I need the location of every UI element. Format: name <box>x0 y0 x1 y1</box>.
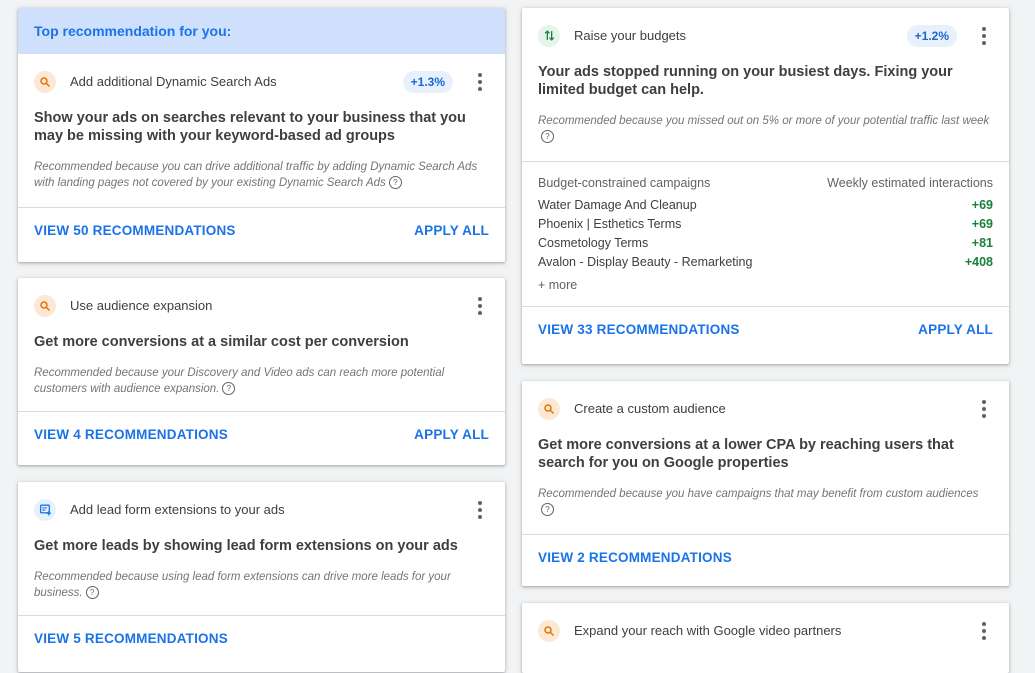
recommendation-reason: Recommended because you can drive additi… <box>18 159 505 191</box>
search-icon <box>34 294 56 317</box>
recommendation-title: Add additional Dynamic Search Ads <box>70 74 277 89</box>
uplift-badge: +1.2% <box>906 24 957 47</box>
recommendation-title: Use audience expansion <box>70 298 213 313</box>
top-recommendation-banner: Top recommendation for you: <box>18 8 505 54</box>
campaign-name: Phoenix | Esthetics Terms <box>538 217 682 231</box>
recommendation-reason: Recommended because using lead form exte… <box>18 569 505 601</box>
view-recommendations-link[interactable]: VIEW 50 RECOMMENDATIONS <box>34 223 236 238</box>
help-icon[interactable]: ? <box>388 176 402 190</box>
view-recommendations-link[interactable]: VIEW 2 RECOMMENDATIONS <box>538 550 732 565</box>
campaign-name: Water Damage And Cleanup <box>538 198 697 212</box>
apply-all-button[interactable]: APPLY ALL <box>918 322 993 337</box>
arrows-up-down-icon <box>538 24 560 47</box>
more-options-icon[interactable] <box>471 72 489 92</box>
recommendation-reason: Recommended because your Discovery and V… <box>18 365 505 397</box>
more-options-icon[interactable] <box>975 621 993 641</box>
uplift-badge: +1.3% <box>402 70 453 93</box>
help-icon[interactable]: ? <box>222 382 236 396</box>
apply-all-button[interactable]: APPLY ALL <box>414 427 489 442</box>
reason-text: Recommended because your Discovery and V… <box>34 367 445 395</box>
card-audience-expansion: Use audience expansion Get more conversi… <box>18 278 505 465</box>
interactions-value: +69 <box>971 198 993 212</box>
column-header-interactions: Weekly estimated interactions <box>827 176 993 190</box>
interactions-value: +408 <box>964 255 993 269</box>
card-raise-budgets: Raise your budgets +1.2% Your ads stoppe… <box>522 8 1009 364</box>
recommendation-headline: Get more conversions at a similar cost p… <box>34 334 409 350</box>
campaign-name: Cosmetology Terms <box>538 236 649 250</box>
search-icon <box>34 70 56 93</box>
card-custom-audience: Create a custom audience Get more conver… <box>522 381 1009 586</box>
view-recommendations-link[interactable]: VIEW 4 RECOMMENDATIONS <box>34 427 228 442</box>
card-lead-form-extensions: Add lead form extensions to your ads Get… <box>18 482 505 672</box>
recommendation-headline: Your ads stopped running on your busiest… <box>538 64 953 98</box>
recommendation-title: Add lead form extensions to your ads <box>70 502 285 517</box>
table-row[interactable]: Cosmetology Terms +81 <box>538 234 993 253</box>
more-options-icon[interactable] <box>471 296 489 316</box>
table-row[interactable]: Avalon - Display Beauty - Remarketing +4… <box>538 253 993 272</box>
reason-text: Recommended because you can drive additi… <box>34 161 478 189</box>
help-icon[interactable]: ? <box>541 503 554 517</box>
apply-all-button[interactable]: APPLY ALL <box>414 223 489 238</box>
more-options-icon[interactable] <box>975 26 993 46</box>
form-add-icon <box>34 498 56 521</box>
search-icon <box>538 619 560 642</box>
help-icon[interactable]: ? <box>85 586 99 600</box>
table-header: Budget-constrained campaigns Weekly esti… <box>538 176 993 190</box>
view-recommendations-link[interactable]: VIEW 33 RECOMMENDATIONS <box>538 322 740 337</box>
reason-text: Recommended because you missed out on 5%… <box>538 115 990 127</box>
card-dynamic-search-ads: Top recommendation for you: Add addition… <box>18 8 505 262</box>
recommendation-reason: Recommended because you missed out on 5%… <box>522 113 1009 145</box>
interactions-value: +69 <box>971 217 993 231</box>
reason-text: Recommended because you have campaigns t… <box>538 488 979 500</box>
view-recommendations-link[interactable]: VIEW 5 RECOMMENDATIONS <box>34 631 228 646</box>
table-row[interactable]: Phoenix | Esthetics Terms +69 <box>538 215 993 234</box>
campaign-name: Avalon - Display Beauty - Remarketing <box>538 255 753 269</box>
recommendation-headline: Show your ads on searches relevant to yo… <box>34 110 466 144</box>
recommendation-title: Create a custom audience <box>574 401 726 416</box>
search-icon <box>538 397 560 420</box>
table-row[interactable]: Water Damage And Cleanup +69 <box>538 196 993 215</box>
card-video-partners: Expand your reach with Google video part… <box>522 603 1009 673</box>
column-header-campaigns: Budget-constrained campaigns <box>538 176 711 190</box>
recommendation-headline: Get more conversions at a lower CPA by r… <box>538 437 954 471</box>
interactions-value: +81 <box>971 236 993 250</box>
more-options-icon[interactable] <box>471 500 489 520</box>
recommendation-title: Raise your budgets <box>574 28 687 43</box>
budget-table: Budget-constrained campaigns Weekly esti… <box>522 162 1009 300</box>
recommendation-reason: Recommended because you have campaigns t… <box>522 486 1009 518</box>
recommendation-headline: Get more leads by showing lead form exte… <box>34 538 458 554</box>
recommendation-title: Expand your reach with Google video part… <box>574 623 842 638</box>
help-icon[interactable]: ? <box>541 130 554 144</box>
more-campaigns-link[interactable]: + more <box>538 278 993 292</box>
more-options-icon[interactable] <box>975 399 993 419</box>
